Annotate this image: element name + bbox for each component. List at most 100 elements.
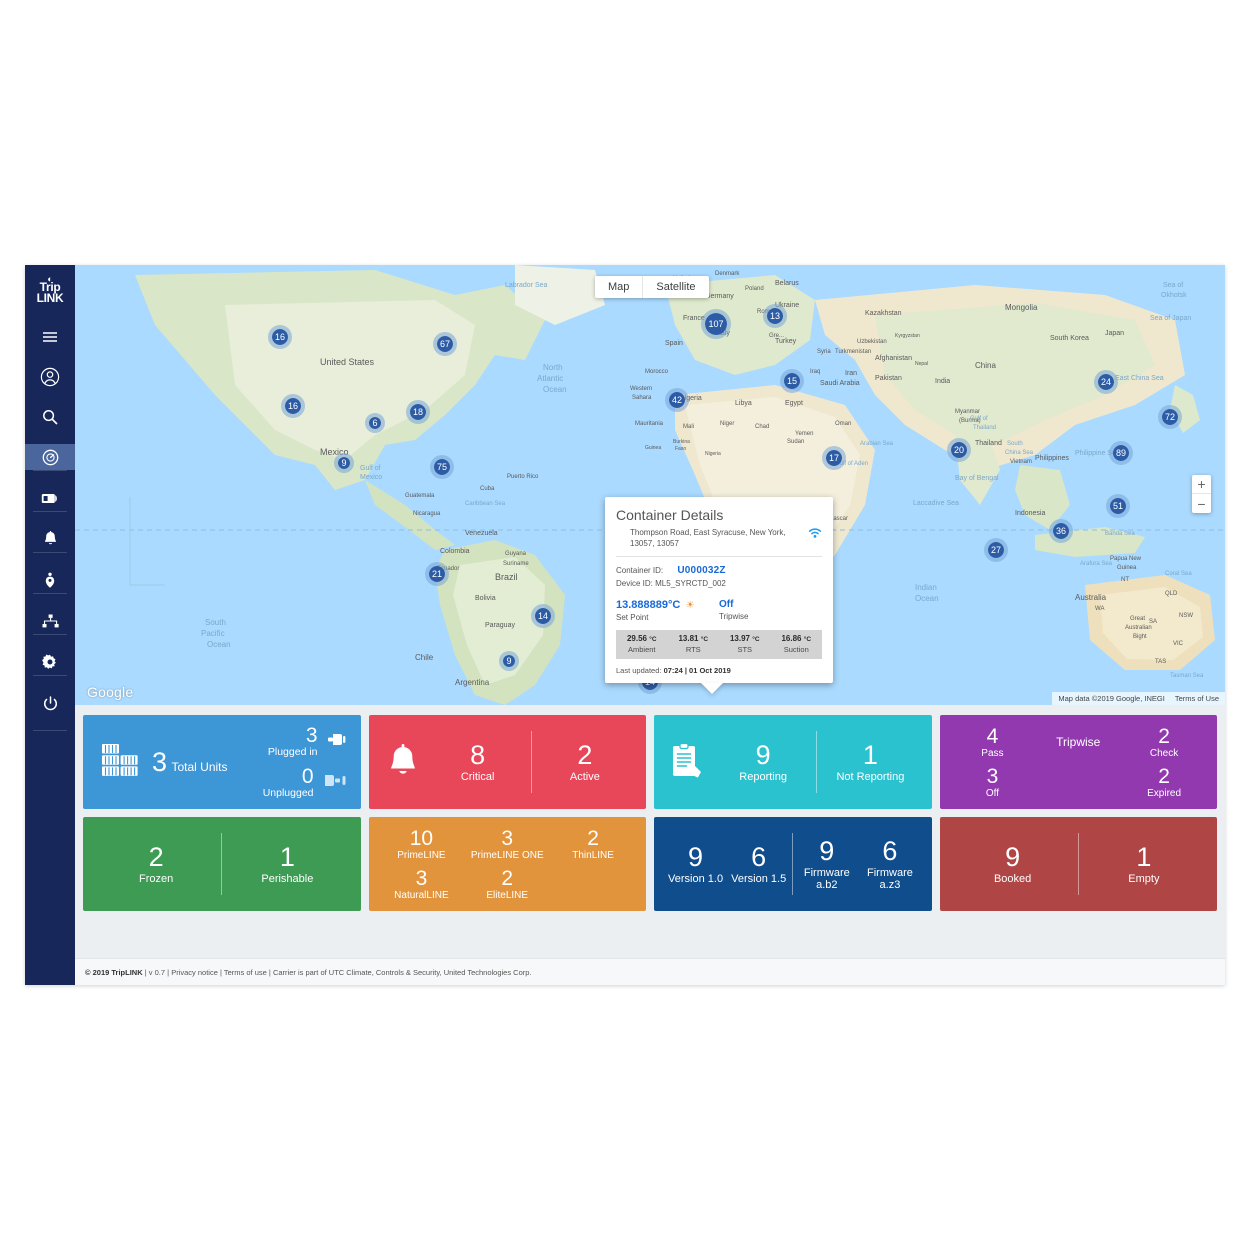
popup-divider (616, 555, 822, 557)
zoom-out-button[interactable]: − (1192, 494, 1211, 513)
app-logo[interactable]: ◐ Trip LINK (25, 265, 75, 310)
models-grid: 10 PrimeLINE 3 PrimeLINE ONE 2 ThinLINE (379, 828, 637, 901)
tripwise-title: Tripwise (1056, 735, 1101, 749)
plugged-in-stat: 3 Plugged in (268, 725, 347, 758)
stat-card-row-2: 2 Frozen 1 Perishable 10 PrimeLINE 3 Pri… (83, 817, 1217, 911)
metric-ambient: 29.56 °C Ambient (616, 634, 668, 654)
sidebar-divider (33, 675, 67, 676)
total-units-group: 3 Total Units (93, 743, 232, 782)
last-updated-time: 07:24 (663, 665, 683, 675)
map-marker[interactable]: 36 (1049, 519, 1073, 543)
naturalline-label: NaturalLINE (394, 889, 449, 901)
containers-icon (101, 743, 143, 782)
card-icon (41, 492, 59, 505)
perishable-label: Perishable (261, 872, 314, 885)
card-versions[interactable]: 9 Version 1.0 6 Version 1.5 9 Firmware a… (654, 817, 932, 911)
map-container[interactable]: United States Mexico Brazil Chile Argent… (75, 265, 1225, 705)
container-id-label: Container ID: (616, 565, 664, 575)
map-marker[interactable]: 16 (268, 325, 292, 349)
map-marker[interactable]: 24 (1094, 370, 1118, 394)
map-marker[interactable]: 75 (430, 455, 454, 479)
sidebar-item-settings[interactable] (25, 649, 75, 675)
map-marker[interactable]: 14 (531, 604, 555, 628)
map-marker[interactable]: 18 (406, 400, 430, 424)
tripwise-check-value: 2 (1158, 724, 1170, 748)
sidebar-item-tracking[interactable] (25, 567, 75, 593)
map-marker[interactable]: 27 (984, 538, 1008, 562)
user-circle-icon (40, 367, 60, 387)
card-alarms[interactable]: 8 Critical 2 Active (368, 715, 646, 809)
plug-disconnected-icon (321, 773, 347, 793)
not-reporting-label: Not Reporting (836, 770, 905, 783)
empty-label: Empty (1128, 872, 1160, 885)
footer-terms-link[interactable]: Terms of use (224, 968, 267, 977)
sidebar-item-network[interactable] (25, 608, 75, 634)
zoom-in-button[interactable]: + (1192, 475, 1211, 494)
map-marker[interactable]: 51 (1106, 494, 1130, 518)
network-icon (42, 614, 59, 628)
map-marker[interactable]: 9 (499, 651, 519, 671)
card-reporting[interactable]: 9 Reporting 1 Not Reporting (654, 715, 932, 809)
container-details-popup[interactable]: Container Details Thompson Road, East Sy… (605, 497, 833, 683)
frozen-value: 2 (148, 841, 164, 872)
map-marker[interactable]: 42 (665, 388, 689, 412)
tripwise-expired-value: 2 (1158, 764, 1170, 788)
device-id-value: ML5_SYRCTD_002 (655, 578, 726, 588)
map-zoom-controls[interactable]: + − (1192, 475, 1211, 513)
map-type-toggle[interactable]: Map Satellite (595, 276, 709, 298)
tripwise-pass: 4 Pass (950, 726, 1036, 759)
person-pin-icon (43, 572, 57, 588)
map-marker[interactable]: 6 (365, 413, 385, 433)
map-marker[interactable]: 13 (763, 304, 787, 328)
map-marker[interactable]: 15 (780, 369, 804, 393)
sidebar-item-reports[interactable] (25, 485, 75, 511)
sidebar-item-search[interactable] (25, 404, 75, 430)
gauge-icon (42, 449, 59, 466)
card-cargo[interactable]: 2 Frozen 1 Perishable (83, 817, 361, 911)
bell-icon (379, 744, 427, 780)
sidebar-item-alerts[interactable] (25, 526, 75, 552)
thinline-value: 2 (587, 826, 599, 850)
map-marker[interactable]: 21 (425, 562, 449, 586)
alarms-active: 2 Active (534, 741, 636, 783)
map-marker[interactable]: 9 (334, 453, 354, 473)
logo-line-2: LINK (36, 290, 64, 305)
card-divider (530, 731, 532, 793)
sidebar-item-account[interactable] (25, 364, 75, 390)
tripwise-pass-label: Pass (981, 747, 1004, 759)
map-marker[interactable]: 89 (1109, 441, 1133, 465)
metric-rts-unit: °C (700, 635, 709, 643)
map-terms-link[interactable]: Terms of Use (1175, 694, 1219, 703)
unplugged-label: Unplugged (262, 787, 314, 799)
sidebar-item-menu[interactable] (25, 324, 75, 350)
map-type-satellite[interactable]: Satellite (642, 276, 708, 298)
active-label: Active (569, 770, 600, 783)
card-booking[interactable]: 9 Booked 1 Empty (939, 817, 1217, 911)
map-type-map[interactable]: Map (595, 276, 642, 298)
map-marker[interactable]: 16 (281, 394, 305, 418)
map-marker[interactable]: 20 (947, 438, 971, 462)
card-models[interactable]: 10 PrimeLINE 3 PrimeLINE ONE 2 ThinLINE (368, 817, 646, 911)
map-marker[interactable]: 72 (1158, 405, 1182, 429)
card-tripwise[interactable]: 4 Pass Tripwise 2 Check 3 Off 2 Expired (939, 715, 1217, 809)
plugged-in-label: Plugged in (267, 746, 318, 758)
sidebar-item-power[interactable] (25, 690, 75, 716)
metric-sts-label: STS (737, 644, 753, 654)
footer-carrier-note: Carrier is part of UTC Climate, Controls… (272, 968, 532, 977)
sidebar-item-dashboard[interactable] (25, 444, 75, 470)
footer-privacy-link[interactable]: Privacy notice (171, 968, 218, 977)
sidebar-divider (33, 634, 67, 635)
card-total-units[interactable]: 3 Total Units 3 Plugged in 0 Unplugged (83, 715, 361, 809)
primeline-label: PrimeLINE (397, 849, 446, 861)
tripwise-check-label: Check (1149, 747, 1179, 759)
footer-version: v 0.7 (148, 968, 166, 977)
reporting-label: Reporting (739, 770, 787, 783)
metric-suction: 16.86 °C Suction (771, 634, 823, 654)
map-marker[interactable]: 17 (822, 446, 846, 470)
not-reporting-value: 1 (862, 739, 878, 770)
sidebar-divider (33, 730, 67, 731)
map-marker[interactable]: 107 (701, 309, 731, 339)
map-marker[interactable]: 67 (433, 332, 457, 356)
container-id-value[interactable]: U000032Z (677, 565, 725, 576)
map-attribution: Map data ©2019 Google, INEGI Terms of Us… (1052, 692, 1225, 705)
